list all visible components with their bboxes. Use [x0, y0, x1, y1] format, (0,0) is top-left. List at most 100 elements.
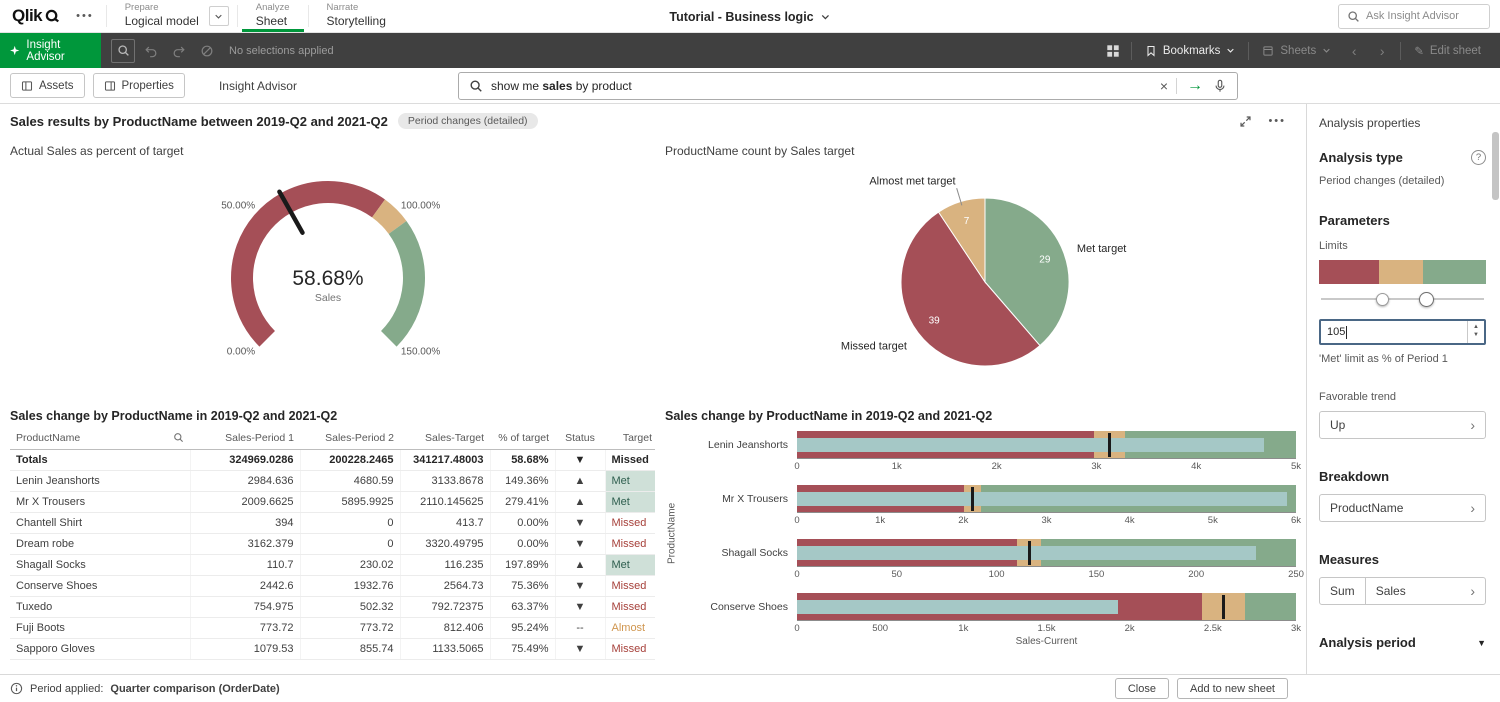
- divider: [1176, 78, 1177, 94]
- axis-tick-label: 2k: [1125, 623, 1135, 634]
- clear-query-button[interactable]: ×: [1160, 79, 1168, 93]
- column-header--of-target[interactable]: % of target: [490, 427, 555, 449]
- measure-field-select[interactable]: Sales ›: [1366, 578, 1485, 604]
- qlik-logo[interactable]: Qlik: [0, 0, 68, 32]
- tab-narrate-storytelling[interactable]: Narrate Storytelling: [313, 0, 400, 32]
- submit-query-button[interactable]: →: [1185, 78, 1205, 94]
- selections-tool-button[interactable]: [111, 39, 135, 63]
- table-row-sapporo-gloves[interactable]: Sapporo Gloves1079.53855.741133.506575.4…: [10, 638, 655, 659]
- app-title-menu[interactable]: Tutorial - Business logic: [669, 0, 830, 33]
- ask-insight-advisor-input[interactable]: Ask Insight Advisor: [1338, 4, 1490, 29]
- met-limit-input[interactable]: 105 ▲▼: [1319, 319, 1486, 345]
- pie-chart-panel[interactable]: ProductName count by Sales target 29Met …: [655, 138, 1306, 403]
- insight-search-box[interactable]: show me sales by product × →: [458, 72, 1238, 100]
- table-row-lenin-jeanshorts[interactable]: Lenin Jeanshorts2984.6364680.593133.8678…: [10, 470, 655, 491]
- properties-button[interactable]: Properties: [93, 73, 185, 98]
- prev-sheet-button[interactable]: ‹: [1342, 39, 1366, 63]
- chevron-right-icon: ›: [1470, 584, 1475, 598]
- table-cell: Missed: [605, 512, 655, 533]
- bullet-row-label: Shagall Socks: [679, 539, 797, 567]
- analysis-period-caret[interactable]: ▼: [1477, 638, 1486, 648]
- step-back-button[interactable]: [139, 39, 163, 63]
- top-bar: Qlik ••• Prepare Logical model Analyze S…: [0, 0, 1500, 33]
- slider-handle-low[interactable]: [1376, 293, 1389, 306]
- spinner-up-icon[interactable]: ▲: [1473, 324, 1479, 332]
- next-sheet-button[interactable]: ›: [1370, 39, 1394, 63]
- measure-aggregation-select[interactable]: Sum: [1320, 578, 1366, 604]
- table-row-dream-robe[interactable]: Dream robe3162.37903320.497950.00%▼Misse…: [10, 533, 655, 554]
- limit-met-segment: [1423, 260, 1486, 284]
- table-cell: 149.36%: [490, 470, 555, 491]
- table-row-shagall-socks[interactable]: Shagall Socks110.7230.02116.235197.89%▲M…: [10, 554, 655, 575]
- bullet-row-shagall-socks[interactable]: Shagall Socks050100150200250: [679, 539, 1296, 581]
- edit-sheet-button[interactable]: ✎ Edit sheet: [1405, 44, 1490, 58]
- table-cell: 230.02: [300, 554, 400, 575]
- table-cell: 5895.9925: [300, 491, 400, 512]
- tab-prepare-logical-model[interactable]: Prepare Logical model: [111, 0, 213, 32]
- column-header-sales-target[interactable]: Sales-Target: [400, 427, 490, 449]
- tab-analyze-sheet[interactable]: Analyze Sheet: [242, 0, 304, 32]
- limits-slider[interactable]: [1319, 289, 1486, 309]
- gauge-chart-panel[interactable]: Actual Sales as percent of target 0.00%5…: [0, 138, 655, 403]
- measure-bar[interactable]: [797, 492, 1287, 506]
- help-icon[interactable]: ?: [1471, 150, 1486, 165]
- bullet-y-axis-label: ProductName: [665, 431, 679, 635]
- table-cell: ▲: [555, 470, 605, 491]
- gauge-tick-label: 0.00%: [226, 346, 254, 357]
- insight-advisor-toggle[interactable]: Insight Advisor: [0, 33, 101, 68]
- app-overview-button[interactable]: [1101, 39, 1125, 63]
- column-header-target[interactable]: Target: [605, 427, 655, 449]
- slider-handle-high[interactable]: [1419, 292, 1434, 307]
- results-content: Sales results by ProductName between 201…: [0, 104, 1306, 674]
- favorable-trend-select[interactable]: Up ›: [1319, 411, 1486, 439]
- table-cell: 324969.0286: [190, 449, 300, 470]
- bullet-chart-panel[interactable]: Sales change by ProductName in 2019-Q2 a…: [655, 403, 1306, 674]
- column-header-sales-period-1[interactable]: Sales-Period 1: [190, 427, 300, 449]
- table-cell: ▲: [555, 491, 605, 512]
- column-header-status[interactable]: Status: [555, 427, 605, 449]
- comparison-table-panel[interactable]: Sales change by ProductName in 2019-Q2 a…: [0, 403, 655, 674]
- global-menu-button[interactable]: •••: [68, 0, 102, 32]
- selections-toolbar: Insight Advisor No selections applied: [0, 33, 1500, 68]
- column-header-productname[interactable]: ProductName: [10, 427, 190, 449]
- table-cell: Missed: [605, 596, 655, 617]
- assets-button[interactable]: Assets: [10, 73, 85, 98]
- table-cell: 2564.73: [400, 575, 490, 596]
- column-header-sales-period-2[interactable]: Sales-Period 2: [300, 427, 400, 449]
- measure-bar[interactable]: [797, 600, 1118, 614]
- breakdown-select[interactable]: ProductName ›: [1319, 494, 1486, 522]
- column-search-icon[interactable]: [173, 432, 184, 443]
- assets-label: Assets: [39, 80, 74, 92]
- table-row-tuxedo[interactable]: Tuxedo754.975502.32792.7237563.37%▼Misse…: [10, 596, 655, 617]
- table-row-conserve-shoes[interactable]: Conserve Shoes2442.61932.762564.7375.36%…: [10, 575, 655, 596]
- voice-input-button[interactable]: [1213, 79, 1227, 93]
- table-cell: Almost: [605, 617, 655, 638]
- measure-bar[interactable]: [797, 438, 1264, 452]
- clear-selections-button[interactable]: [195, 39, 219, 63]
- table-row-fuji-boots[interactable]: Fuji Boots773.72773.72812.40695.24%--Alm…: [10, 617, 655, 638]
- pie-chart: 29Met target39Missed target7Almost met t…: [665, 160, 1296, 398]
- add-to-new-sheet-button[interactable]: Add to new sheet: [1177, 678, 1288, 699]
- bullet-row-lenin-jeanshorts[interactable]: Lenin Jeanshorts01k2k3k4k5k: [679, 431, 1296, 473]
- table-cell: 2009.6625: [190, 491, 300, 512]
- sheets-menu[interactable]: Sheets: [1253, 45, 1340, 57]
- table-cell: Met: [605, 470, 655, 491]
- spinner-down-icon[interactable]: ▼: [1473, 332, 1479, 340]
- bullet-row-mr-x-trousers[interactable]: Mr X Trousers01k2k3k4k5k6k: [679, 485, 1296, 527]
- more-options-button[interactable]: •••: [1268, 115, 1286, 127]
- table-row-mr-x-trousers[interactable]: Mr X Trousers2009.66255895.99252110.1456…: [10, 491, 655, 512]
- table-row-totals[interactable]: Totals324969.0286200228.2465341217.48003…: [10, 449, 655, 470]
- number-spinner[interactable]: ▲▼: [1467, 321, 1484, 343]
- table-cell: 0.00%: [490, 512, 555, 533]
- table-row-chantell-shirt[interactable]: Chantell Shirt3940413.70.00%▼Missed: [10, 512, 655, 533]
- expand-icon[interactable]: [1239, 115, 1252, 128]
- divider: [1248, 42, 1249, 60]
- axis-tick-label: 4k: [1191, 461, 1201, 472]
- step-forward-button[interactable]: [167, 39, 191, 63]
- close-button[interactable]: Close: [1115, 678, 1169, 699]
- analysis-type-value: Period changes (detailed): [1319, 175, 1486, 187]
- bookmarks-menu[interactable]: Bookmarks: [1136, 45, 1245, 57]
- table-cell: 75.49%: [490, 638, 555, 659]
- panel-scrollbar[interactable]: [1492, 132, 1499, 200]
- bullet-row-conserve-shoes[interactable]: Conserve Shoes05001k1.5k2k2.5k3k: [679, 593, 1296, 635]
